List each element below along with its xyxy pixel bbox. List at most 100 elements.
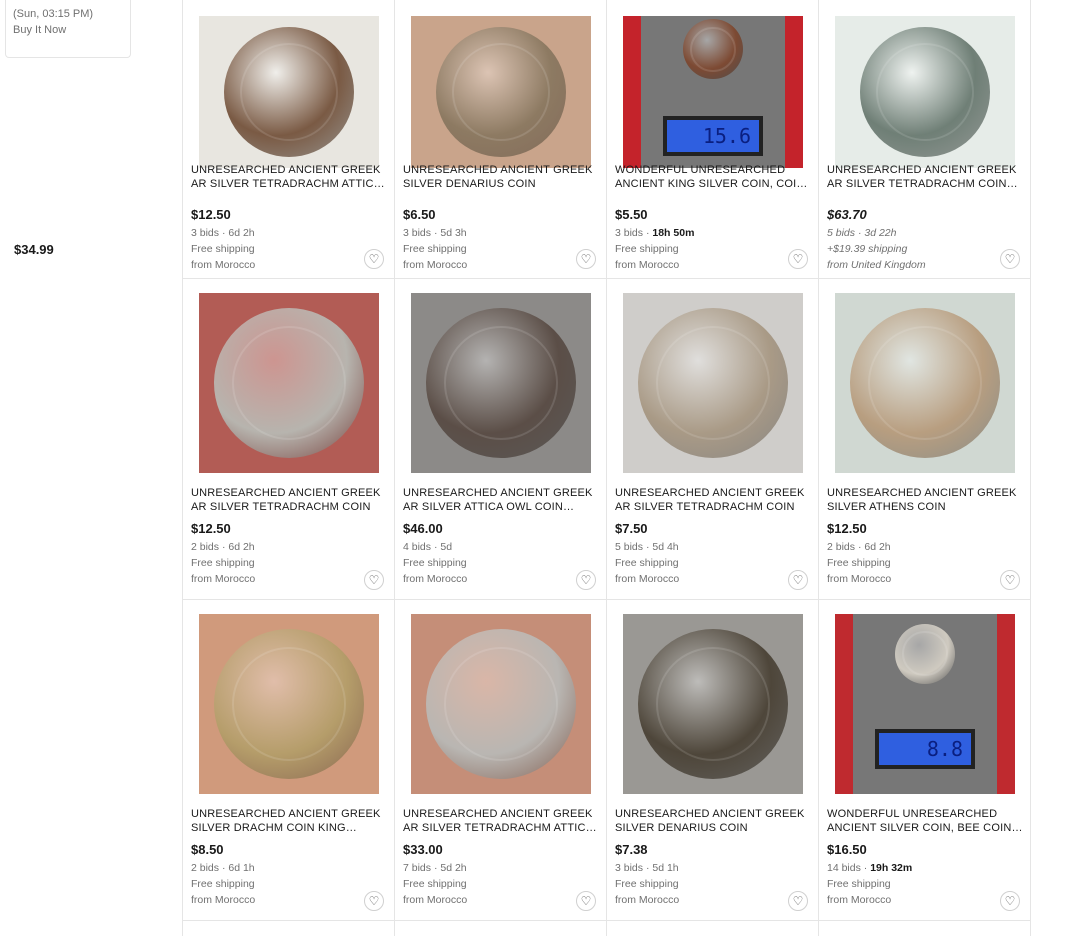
bid-info: 4 bids · 5d — [403, 539, 467, 555]
listing-price: $7.38 — [615, 842, 648, 857]
listing-price: $8.50 — [191, 842, 224, 857]
listing-meta: 7 bids · 5d 2h Free shipping from Morocco — [403, 860, 467, 908]
listing-thumbnail[interactable] — [827, 293, 1023, 473]
listing-tile-partial[interactable] — [395, 921, 607, 936]
bid-count: 3 bids — [615, 227, 644, 239]
listing-title[interactable]: UNRESEARCHED ANCIENT GREEK SILVER DRACHM… — [191, 807, 387, 835]
watchlist-heart-icon[interactable]: ♡ — [1000, 570, 1020, 590]
listing-title[interactable]: UNRESEARCHED ANCIENT GREEK SILVER DENARI… — [403, 163, 599, 191]
listing-meta: 3 bids · 6d 2h Free shipping from Morocco — [191, 225, 255, 273]
bid-count: 2 bids — [827, 541, 856, 553]
separator-dot: · — [219, 227, 229, 239]
listing-meta: 14 bids · 19h 32m Free shipping from Moroc… — [827, 860, 912, 908]
listing-tile-partial[interactable] — [607, 921, 819, 936]
listing-thumbnail[interactable] — [615, 293, 811, 473]
scale-readout: 15.6 — [663, 116, 763, 156]
coin-photo — [835, 16, 1015, 168]
listing-tile[interactable]: UNRESEARCHED ANCIENT GREEK SILVER DENARI… — [607, 600, 819, 921]
listing-price: $63.70 — [827, 207, 867, 222]
item-location: from Morocco — [191, 894, 256, 906]
listing-thumbnail[interactable] — [403, 614, 599, 794]
coin-image — [638, 629, 788, 779]
listing-title[interactable]: UNRESEARCHED ANCIENT GREEK SILVER ATHENS… — [827, 486, 1023, 514]
listing-meta: 3 bids · 5d 1h Free shipping from Morocco — [615, 860, 679, 908]
bid-count: 5 bids — [615, 541, 644, 553]
shipping-info: Free shipping — [403, 878, 467, 890]
shipping-info: Free shipping — [191, 878, 255, 890]
watchlist-heart-icon[interactable]: ♡ — [364, 891, 384, 911]
listing-meta: 2 bids · 6d 2h Free shipping from Morocco — [191, 539, 255, 587]
listing-thumbnail[interactable] — [403, 2, 599, 182]
watchlist-heart-icon[interactable]: ♡ — [788, 891, 808, 911]
coin-photo — [411, 293, 591, 473]
coin-photo: 15.6 — [623, 16, 803, 168]
listing-title[interactable]: WONDERFUL UNRESEARCHED ANCIENT SILVER CO… — [827, 807, 1023, 835]
listing-thumbnail[interactable] — [827, 2, 1023, 182]
listing-price: $16.50 — [827, 842, 867, 857]
listing-tile[interactable]: 8.8 WONDERFUL UNRESEARCHED ANCIENT SILVER… — [819, 600, 1031, 921]
listing-thumbnail[interactable]: 15.6 — [615, 2, 811, 182]
listing-thumbnail[interactable] — [191, 614, 387, 794]
listing-title[interactable]: UNRESEARCHED ANCIENT GREEK AR SILVER ATT… — [403, 486, 599, 514]
listing-title[interactable]: UNRESEARCHED ANCIENT GREEK AR SILVER TET… — [191, 163, 387, 191]
bid-count: 5 bids — [827, 227, 856, 239]
shipping-info: Free shipping — [403, 557, 467, 569]
listing-thumbnail[interactable] — [191, 2, 387, 182]
listing-title[interactable]: UNRESEARCHED ANCIENT GREEK AR SILVER TET… — [191, 486, 387, 514]
watchlist-heart-icon[interactable]: ♡ — [364, 249, 384, 269]
listing-meta: 4 bids · 5d Free shipping from Morocco — [403, 539, 467, 587]
shipping-info: Free shipping — [615, 243, 679, 255]
watchlist-heart-icon[interactable]: ♡ — [788, 570, 808, 590]
separator-dot: · — [855, 227, 865, 239]
shipping-info: Free shipping — [403, 243, 467, 255]
listing-tile[interactable]: UNRESEARCHED ANCIENT GREEK AR SILVER ATT… — [395, 279, 607, 600]
item-location: from Morocco — [615, 259, 680, 271]
listing-tile[interactable]: UNRESEARCHED ANCIENT GREEK AR SILVER TET… — [607, 279, 819, 600]
bid-info: 2 bids · 6d 2h — [827, 539, 891, 555]
listing-thumbnail[interactable] — [615, 614, 811, 794]
listing-meta: 3 bids · 5d 3h Free shipping from Morocco — [403, 225, 467, 273]
bid-count: 14 bids — [827, 862, 861, 874]
coin-photo — [199, 293, 379, 473]
listing-meta: 2 bids · 6d 2h Free shipping from Morocco — [827, 539, 891, 587]
listing-title[interactable]: UNRESEARCHED ANCIENT GREEK AR SILVER TET… — [403, 807, 599, 835]
listing-tile[interactable]: UNRESEARCHED ANCIENT GREEK SILVER ATHENS… — [819, 279, 1031, 600]
separator-dot: · — [219, 541, 229, 553]
watchlist-heart-icon[interactable]: ♡ — [576, 249, 596, 269]
listing-tile[interactable]: 15.6 WONDERFUL UNRESEARCHED ANCIENT KING … — [607, 0, 819, 279]
listing-tile[interactable]: UNRESEARCHED ANCIENT GREEK AR SILVER TET… — [183, 279, 395, 600]
time-left: 5d — [440, 541, 453, 553]
separator-dot: · — [643, 862, 653, 874]
listing-tile[interactable]: UNRESEARCHED ANCIENT GREEK SILVER DENARI… — [395, 0, 607, 279]
listing-tile-partial[interactable] — [819, 921, 1031, 936]
prior-listing-card[interactable]: (Sun, 03:15 PM) $34.99 Buy It Now — [5, 0, 131, 257]
watchlist-heart-icon[interactable]: ♡ — [1000, 249, 1020, 269]
bid-info: 14 bids · 19h 32m — [827, 860, 912, 876]
item-location: from Morocco — [403, 259, 468, 271]
listing-tile[interactable]: UNRESEARCHED ANCIENT GREEK AR SILVER TET… — [819, 0, 1031, 279]
item-location: from Morocco — [827, 573, 892, 585]
listing-tile[interactable]: UNRESEARCHED ANCIENT GREEK AR SILVER TET… — [183, 0, 395, 279]
listing-title[interactable]: WONDERFUL UNRESEARCHED ANCIENT KING SILV… — [615, 163, 811, 191]
listing-thumbnail[interactable]: 8.8 — [827, 614, 1023, 794]
listing-title[interactable]: UNRESEARCHED ANCIENT GREEK SILVER DENARI… — [615, 807, 811, 835]
listing-title[interactable]: UNRESEARCHED ANCIENT GREEK AR SILVER TET… — [827, 163, 1023, 191]
coin-photo — [199, 16, 379, 168]
time-left: 6d 2h — [228, 541, 255, 553]
watchlist-heart-icon[interactable]: ♡ — [364, 570, 384, 590]
listing-thumbnail[interactable] — [403, 293, 599, 473]
watchlist-heart-icon[interactable]: ♡ — [576, 891, 596, 911]
bid-count: 3 bids — [403, 227, 432, 239]
listing-tile-partial[interactable] — [183, 921, 395, 936]
watchlist-heart-icon[interactable]: ♡ — [1000, 891, 1020, 911]
listing-tile[interactable]: UNRESEARCHED ANCIENT GREEK SILVER DRACHM… — [183, 600, 395, 921]
shipping-info: +$19.39 shipping — [827, 243, 908, 255]
listing-thumbnail[interactable] — [191, 293, 387, 473]
item-location: from Morocco — [615, 894, 680, 906]
listing-tile[interactable]: UNRESEARCHED ANCIENT GREEK AR SILVER TET… — [395, 600, 607, 921]
coin-photo — [411, 614, 591, 794]
listing-title[interactable]: UNRESEARCHED ANCIENT GREEK AR SILVER TET… — [615, 486, 811, 514]
separator-dot: · — [431, 862, 441, 874]
watchlist-heart-icon[interactable]: ♡ — [788, 249, 808, 269]
watchlist-heart-icon[interactable]: ♡ — [576, 570, 596, 590]
